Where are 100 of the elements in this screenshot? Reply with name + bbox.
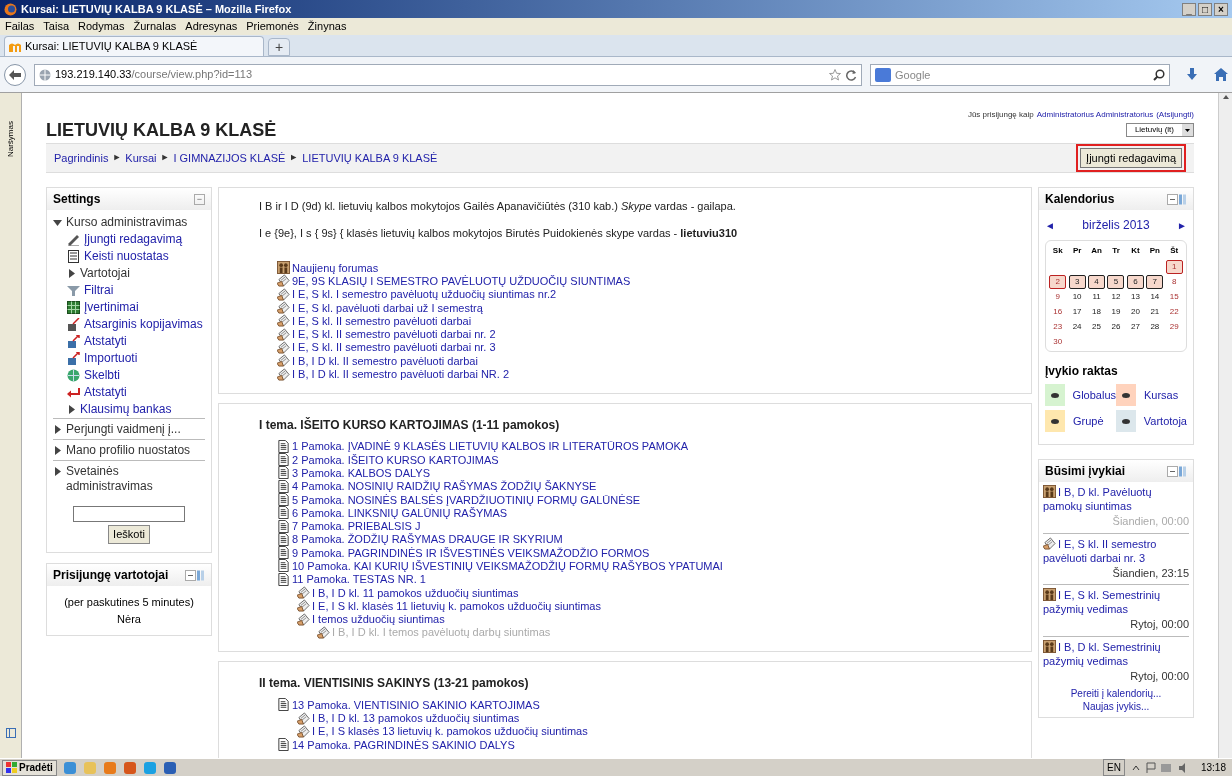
user-link[interactable]: Administratorius Administratorius xyxy=(1036,109,1154,121)
calendar-day[interactable]: 15 xyxy=(1165,290,1183,304)
settings-link[interactable]: Skelbti xyxy=(84,368,121,383)
calendar-day[interactable]: 22 xyxy=(1165,305,1183,319)
calendar-day[interactable]: 11 xyxy=(1088,290,1106,304)
menu-item[interactable]: Rodymas xyxy=(78,18,125,35)
breadcrumb-link[interactable]: Kursai xyxy=(125,149,157,167)
calendar-day[interactable]: 14 xyxy=(1146,290,1164,304)
event-link[interactable]: I B, D kl. Semestrinių pažymių vedimas xyxy=(1043,639,1189,668)
legend-swatch[interactable] xyxy=(1045,384,1065,406)
calendar-day[interactable]: 24 xyxy=(1068,320,1086,334)
menu-item[interactable]: Žurnalas xyxy=(133,18,177,35)
breadcrumb-link[interactable]: I GIMNAZIJOS KLASĖ xyxy=(173,149,286,167)
calendar-day[interactable]: 21 xyxy=(1146,305,1164,319)
collapse-button[interactable]: − xyxy=(194,193,205,205)
activity-link[interactable]: I E, S kl. II semestro pavėluoti darbai nr. 2 xyxy=(292,328,496,341)
activity-link[interactable]: 8 Pamoka. ŽODŽIŲ RAŠYMAS DRAUGE IR SKYRIUM xyxy=(292,533,563,546)
activity-link[interactable]: 1 Pamoka. ĮVADINĖ 9 KLASĖS LIETUVIŲ KALBOS IR LITERATŪROS PAMOKA xyxy=(292,440,689,453)
menu-item[interactable]: Adresynas xyxy=(185,18,238,35)
activity-link[interactable]: I B, I D kl. 11 pamokos užduočių siuntimas xyxy=(312,586,519,599)
sidebar-tab[interactable]: Naršymas xyxy=(5,116,17,162)
calendar-day[interactable]: 9 xyxy=(1049,290,1067,304)
start-button[interactable]: Pradėti xyxy=(2,759,57,776)
calendar-day[interactable]: 29 xyxy=(1165,320,1183,334)
calendar-day[interactable]: 16 xyxy=(1049,305,1067,319)
logout-link[interactable]: (Atsijungti) xyxy=(1156,109,1194,121)
breadcrumb-link[interactable]: Pagrindinis xyxy=(54,149,109,167)
window-control-button[interactable]: □ xyxy=(1198,2,1212,16)
previous-month-link[interactable]: ◄ xyxy=(1045,217,1055,233)
next-month-link[interactable]: ► xyxy=(1177,217,1187,233)
activity-link[interactable]: I B, I D kl. 13 pamokos užduočių siuntimas xyxy=(312,712,520,725)
edit-mode-button[interactable]: Įjungti redagavimą xyxy=(1080,148,1182,168)
calendar-day[interactable]: 8 xyxy=(1165,275,1183,289)
activity-link[interactable]: I E, S kl. II semestro pavėluoti darbai nr. 3 xyxy=(292,341,496,354)
tree-branch[interactable]: Svetainės administravimas xyxy=(66,464,205,494)
calendar-day[interactable]: 19 xyxy=(1107,305,1125,319)
activity-link[interactable]: 9 Pamoka. PAGRINDINĖS IR IŠVESTINĖS VEIKSMAŽODŽIO FORMOS xyxy=(292,546,650,559)
calendar-day[interactable]: 27 xyxy=(1126,320,1144,334)
settings-link[interactable]: Atstatyti xyxy=(84,334,127,349)
back-button[interactable] xyxy=(4,63,26,86)
activity-link[interactable]: 11 Pamoka. TESTAS NR. 1 xyxy=(292,573,426,586)
activity-link[interactable]: I B, I D kl. II semestro pavėluoti darbai NR. 2 xyxy=(292,368,510,380)
tree-branch[interactable]: Klausimų bankas xyxy=(80,402,172,417)
new-tab-button[interactable]: + xyxy=(268,38,290,56)
activity-link[interactable]: I B, I D kl. II semestro pavėluoti darbai xyxy=(292,354,478,367)
activity-link[interactable]: 9E, 9S KLASIŲ I SEMESTRO PAVĖLUOTŲ UŽDUOČIŲ SIUNTIMAS xyxy=(292,274,631,287)
settings-link[interactable]: Įvertinimai xyxy=(84,300,139,315)
settings-link[interactable]: Įjungti redagavimą xyxy=(84,232,183,247)
address-field[interactable]: 193.219.140.33/course/view.php?id=113 xyxy=(34,63,862,86)
calendar-day[interactable]: 5 xyxy=(1107,275,1125,289)
menu-item[interactable]: Priemonės xyxy=(246,18,299,35)
activity-link[interactable]: I temos užduočių siuntimas xyxy=(312,613,445,626)
tree-branch[interactable]: Vartotojai xyxy=(80,266,130,281)
search-field[interactable] xyxy=(73,506,185,522)
settings-link[interactable]: Importuoti xyxy=(84,351,138,366)
breadcrumb-link[interactable]: LIETUVIŲ KALBA 9 KLASĖ xyxy=(302,149,438,167)
activity-link[interactable]: Naujienų forumas xyxy=(292,261,379,274)
menu-item[interactable]: Taisa xyxy=(43,18,70,35)
activity-link[interactable]: I E, S kl. pavėluoti darbai už I semestrą xyxy=(292,301,483,314)
settings-link[interactable]: Keisti nuostatas xyxy=(84,249,169,264)
browser-tab[interactable]: Kursai: LIETUVIŲ KALBA 9 KLASĖ xyxy=(4,36,264,56)
calendar-day[interactable]: 4 xyxy=(1088,275,1106,289)
calendar-link[interactable]: Pereiti į kalendorių... xyxy=(1070,688,1162,699)
calendar-link[interactable]: Naujas įvykis... xyxy=(1082,701,1150,712)
activity-link[interactable]: 2 Pamoka. IŠEITO KURSO KARTOJIMAS xyxy=(292,453,499,466)
tree-branch[interactable]: Perjungti vaidmenį į... xyxy=(66,422,181,437)
calendar-day[interactable]: 13 xyxy=(1126,290,1144,304)
calendar-day[interactable]: 3 xyxy=(1068,275,1086,289)
activity-link[interactable]: I E, I S klasės 13 lietuvių k. pamokos užduočių siuntimas xyxy=(312,725,588,738)
activity-link[interactable]: 3 Pamoka. KALBOS DALYS xyxy=(292,466,430,479)
settings-link[interactable]: Atsarginis kopijavimas xyxy=(84,317,203,332)
activity-link[interactable]: 13 Pamoka. VIENTISINIO SAKINIO KARTOJIMAS xyxy=(292,698,540,711)
activity-link[interactable]: 6 Pamoka. LINKSNIŲ GALŪNIŲ RAŠYMAS xyxy=(292,506,508,519)
search-field[interactable]: Google xyxy=(895,65,1149,84)
legend-swatch[interactable] xyxy=(1116,410,1136,432)
activity-link[interactable]: 5 Pamoka. NOSINĖS BALSĖS ĮVARDŽIUOTINIŲ FORMŲ GALŪNĖSE xyxy=(292,493,641,506)
calendar-day[interactable]: 7 xyxy=(1146,275,1164,289)
menu-item[interactable]: Failas xyxy=(5,18,35,35)
calendar-day[interactable]: 12 xyxy=(1107,290,1125,304)
window-control-button[interactable]: _ xyxy=(1182,2,1196,16)
search-button[interactable]: Ieškoti xyxy=(108,525,150,544)
activity-link[interactable]: I E, I S kl. klasės 11 lietuvių k. pamokos užduočių siuntimas xyxy=(312,599,601,612)
tree-branch[interactable]: Kurso administravimas xyxy=(66,215,188,230)
calendar-day[interactable]: 28 xyxy=(1146,320,1164,334)
calendar-day[interactable]: 17 xyxy=(1068,305,1086,319)
language-indicator[interactable]: EN xyxy=(1103,759,1125,776)
calendar-day[interactable]: 18 xyxy=(1088,305,1106,319)
legend-swatch[interactable] xyxy=(1116,384,1136,406)
legend-swatch[interactable] xyxy=(1045,410,1065,432)
scrollbar[interactable] xyxy=(1218,93,1232,758)
activity-link[interactable]: 7 Pamoka. PRIEBALSIS J xyxy=(292,520,421,533)
calendar-day[interactable]: 6 xyxy=(1126,275,1144,289)
activity-link[interactable]: I E, S kl. II semestro pavėluoti darbai xyxy=(292,314,472,327)
calendar-day[interactable]: 25 xyxy=(1088,320,1106,334)
activity-link[interactable]: 10 Pamoka. KAI KURIŲ IŠVESTINIŲ VEIKSMAŽODŽIŲ FORMŲ RAŠYBOS YPATUMAI xyxy=(292,560,723,572)
window-control-button[interactable]: × xyxy=(1214,2,1228,16)
settings-link[interactable]: Filtrai xyxy=(84,283,114,298)
calendar-day[interactable]: 2 xyxy=(1049,275,1067,289)
tree-branch[interactable]: Mano profilio nuostatos xyxy=(66,443,191,458)
language-select[interactable]: Lietuvių (lt) xyxy=(1125,123,1194,137)
